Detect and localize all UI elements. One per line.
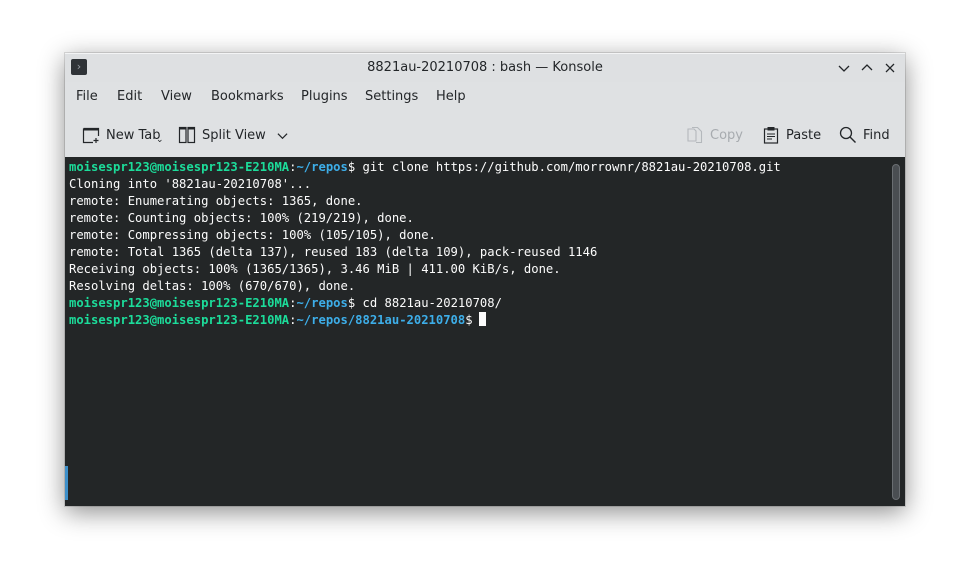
prompt-line: moisespr123@moisespr123-E210MA:~/repos$ … bbox=[69, 295, 781, 312]
copy-button[interactable]: Copy bbox=[686, 125, 743, 145]
menu-plugins[interactable]: Plugins bbox=[300, 89, 349, 104]
command-text: git clone https://github.com/morrownr/88… bbox=[355, 160, 781, 174]
scrollbar-thumb[interactable] bbox=[892, 164, 900, 500]
minimize-button[interactable] bbox=[833, 57, 855, 79]
maximize-button[interactable] bbox=[856, 57, 878, 79]
chevron-down-icon[interactable]: ⌄ bbox=[156, 135, 164, 145]
text-cursor bbox=[478, 312, 486, 326]
output-line: Cloning into '8821au-20210708'... bbox=[69, 177, 312, 191]
output-line: Receiving objects: 100% (1365/1365), 3.4… bbox=[69, 262, 561, 276]
title-bar[interactable]: › 8821au-20210708 : bash — Konsole bbox=[65, 53, 905, 83]
prompt-user-host: moisespr123@moisespr123-E210MA bbox=[69, 296, 290, 310]
output-line: remote: Enumerating objects: 1365, done. bbox=[69, 194, 363, 208]
output-line: remote: Counting objects: 100% (219/219)… bbox=[69, 211, 414, 225]
menu-view[interactable]: View bbox=[160, 89, 193, 104]
split-view-button[interactable]: Split View bbox=[178, 125, 288, 145]
prompt-path: ~/repos bbox=[296, 296, 348, 310]
output-line: Resolving deltas: 100% (670/670), done. bbox=[69, 279, 356, 293]
output-line: remote: Compressing objects: 100% (105/1… bbox=[69, 228, 436, 242]
chevron-down-icon[interactable] bbox=[277, 130, 288, 141]
prompt-dollar: $ bbox=[465, 313, 473, 327]
konsole-window: › 8821au-20210708 : bash — Konsole File … bbox=[65, 53, 905, 506]
toolbar: New Tab ⌄ Split View Copy Paste Find bbox=[65, 113, 905, 157]
copy-icon bbox=[687, 126, 703, 144]
prompt-user-host: moisespr123@moisespr123-E210MA bbox=[69, 160, 290, 174]
terminal-view[interactable]: moisespr123@moisespr123-E210MA:~/repos$ … bbox=[65, 157, 905, 506]
menu-bar: File Edit View Bookmarks Plugins Setting… bbox=[65, 82, 905, 113]
output-line: remote: Total 1365 (delta 137), reused 1… bbox=[69, 245, 598, 259]
search-icon bbox=[839, 126, 856, 143]
find-button[interactable]: Find bbox=[839, 125, 890, 145]
chevron-down-icon bbox=[838, 65, 850, 72]
command-text: cd 8821au-20210708/ bbox=[355, 296, 502, 310]
paste-button[interactable]: Paste bbox=[762, 125, 821, 145]
paste-icon bbox=[763, 127, 779, 144]
terminal-output: moisespr123@moisespr123-E210MA:~/repos$ … bbox=[69, 159, 781, 329]
prompt-user-host: moisespr123@moisespr123-E210MA bbox=[69, 313, 290, 327]
menu-settings[interactable]: Settings bbox=[364, 89, 419, 104]
new-tab-button[interactable]: New Tab ⌄ bbox=[82, 125, 164, 145]
split-view-label: Split View bbox=[202, 127, 266, 143]
close-icon bbox=[885, 63, 895, 73]
menu-file[interactable]: File bbox=[75, 89, 99, 104]
new-tab-icon bbox=[82, 127, 100, 144]
scrollbar[interactable] bbox=[892, 164, 900, 500]
split-view-icon bbox=[178, 126, 196, 144]
prompt-line: moisespr123@moisespr123-E210MA:~/repos/8… bbox=[69, 312, 781, 329]
window-title: 8821au-20210708 : bash — Konsole bbox=[367, 60, 603, 75]
paste-label: Paste bbox=[786, 127, 822, 143]
new-tab-label: New Tab bbox=[106, 127, 161, 143]
prompt-path: ~/repos bbox=[296, 160, 348, 174]
copy-label: Copy bbox=[710, 127, 743, 143]
focus-marker bbox=[65, 466, 68, 500]
prompt-path: ~/repos/8821au-20210708 bbox=[296, 313, 466, 327]
close-button[interactable] bbox=[879, 57, 901, 79]
menu-bookmarks[interactable]: Bookmarks bbox=[210, 89, 285, 104]
menu-edit[interactable]: Edit bbox=[116, 89, 143, 104]
chevron-up-icon bbox=[861, 64, 873, 71]
menu-help[interactable]: Help bbox=[435, 89, 467, 104]
find-label: Find bbox=[863, 127, 890, 143]
prompt-line: moisespr123@moisespr123-E210MA:~/repos$ … bbox=[69, 159, 781, 176]
